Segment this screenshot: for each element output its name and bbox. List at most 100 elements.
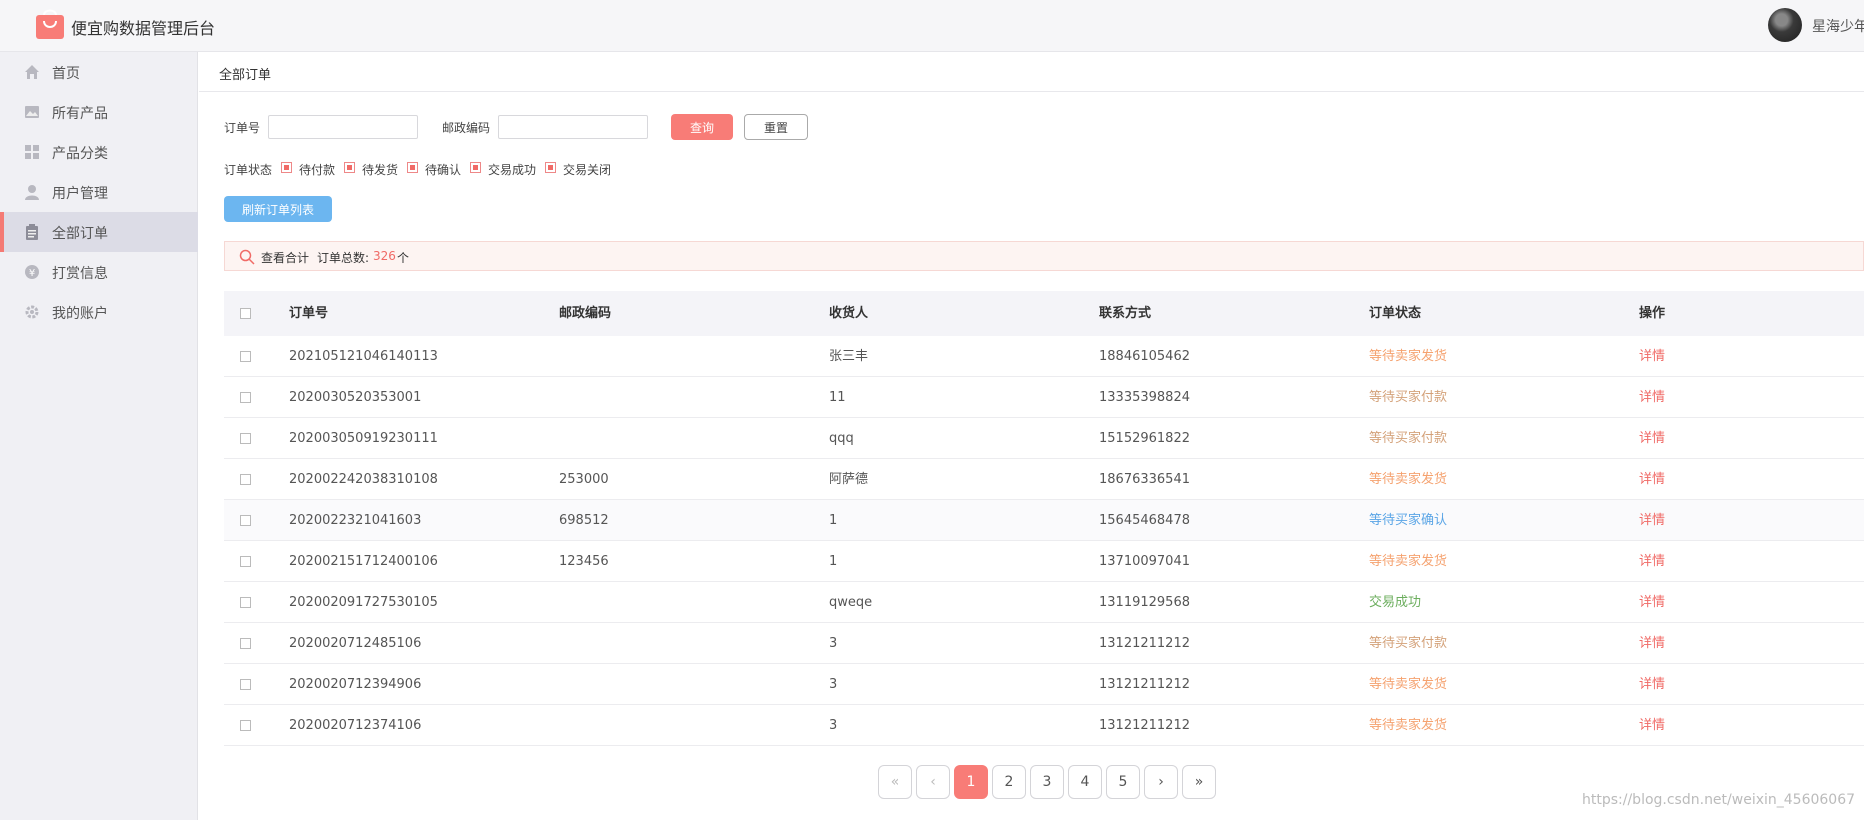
postal-code-cell: 123456 [559,554,609,569]
receiver-cell: 3 [829,718,838,733]
table-row: 202003050919230111 qqq 15152961822 等待买家付款 详情 [224,418,1864,459]
svg-text:¥: ¥ [29,268,35,279]
status-checkbox-closed[interactable] [545,162,556,173]
detail-link[interactable]: 详情 [1639,664,1665,705]
row-checkbox[interactable] [240,556,251,567]
select-all-checkbox[interactable] [240,308,251,319]
detail-link[interactable]: 详情 [1639,582,1665,623]
summary-unit: 个 [397,251,410,265]
column-header: 操作 [1639,306,1666,321]
status-checkbox-pending-shipment[interactable] [344,162,355,173]
receiver-cell: 1 [829,513,838,528]
row-checkbox[interactable] [240,433,251,444]
phone-cell: 15645468478 [1099,513,1190,528]
order-status-cell: 交易成功 [1369,595,1422,610]
phone-cell: 13121211212 [1099,718,1190,733]
detail-link[interactable]: 详情 [1639,377,1665,418]
column-header: 联系方式 [1099,306,1152,321]
table-row: 202002242038310108 253000 阿萨德 18676336541 等待… [224,459,1864,500]
clipboard-icon [26,224,38,240]
detail-link[interactable]: 详情 [1639,500,1665,541]
postal-code-input[interactable] [498,115,648,139]
order-no-cell: 2020020712485106 [289,636,422,651]
page-button-2[interactable]: 2 [992,765,1026,799]
status-option-label: 交易关闭 [563,163,612,177]
order-no-input[interactable] [268,115,418,139]
sidebar-item-categories[interactable]: 产品分类 [0,132,198,172]
image-icon [25,106,39,118]
page-button-5[interactable]: 5 [1106,765,1140,799]
prev-page-button[interactable]: ‹ [916,765,950,799]
row-checkbox[interactable] [240,392,251,403]
row-checkbox[interactable] [240,720,251,731]
order-no-cell: 202105121046140113 [289,349,438,364]
search-icon [239,249,255,265]
row-checkbox[interactable] [240,597,251,608]
sidebar-item-label: 产品分类 [52,146,108,162]
app-title: 便宜购数据管理后台 [71,19,216,38]
first-page-button[interactable]: « [878,765,912,799]
user-name[interactable]: 星海少年 [1812,16,1864,36]
table-row: 2020020712374106 3 13121211212 等待卖家发货 详情 [224,705,1864,746]
last-page-button[interactable]: » [1182,765,1216,799]
table-header: 订单号 邮政编码 收货人 联系方式 订单状态 操作 [224,291,1864,336]
refresh-order-list-button[interactable]: 刷新订单列表 [224,196,332,222]
column-header: 收货人 [829,306,869,321]
breadcrumb-bar: 全部订单 [199,52,1864,92]
table-row: 2020022321041603 698512 1 15645468478 等待买家确认… [224,500,1864,541]
page-button-1[interactable]: 1 [954,765,988,799]
detail-link[interactable]: 详情 [1639,418,1665,459]
receiver-cell: 11 [829,390,846,405]
order-status-cell: 等待卖家发货 [1369,554,1448,569]
sidebar: 首页 所有产品 产品分类 用户管理 全部订单 ¥ 打赏信息 我的账户 [0,52,198,820]
table-row: 202002091727530105 qweqe 13119129568 交易成功 详情 [224,582,1864,623]
phone-cell: 15152961822 [1099,431,1190,446]
detail-link[interactable]: 详情 [1639,459,1665,500]
sidebar-item-all-orders[interactable]: 全部订单 [0,212,198,252]
sidebar-item-label: 首页 [52,66,80,82]
detail-link[interactable]: 详情 [1639,541,1665,582]
order-status-cell: 等待卖家发货 [1369,677,1448,692]
page-button-3[interactable]: 3 [1030,765,1064,799]
sidebar-item-users[interactable]: 用户管理 [0,172,198,212]
reset-button[interactable]: 重置 [744,114,808,140]
page-button-4[interactable]: 4 [1068,765,1102,799]
sidebar-item-rewards[interactable]: ¥ 打赏信息 [0,252,198,292]
detail-link[interactable]: 详情 [1639,336,1665,377]
order-no-cell: 2020030520353001 [289,390,422,405]
column-header: 订单状态 [1369,306,1422,321]
sidebar-item-label: 所有产品 [52,106,108,122]
order-status-cell: 等待买家付款 [1369,431,1448,446]
sidebar-item-home[interactable]: 首页 [0,52,198,92]
row-checkbox[interactable] [240,638,251,649]
status-checkbox-pending-confirm[interactable] [407,162,418,173]
order-summary-bar: 查看合计 订单总数: 326 个 [224,241,1864,271]
sidebar-item-label: 全部订单 [52,226,108,242]
phone-cell: 13335398824 [1099,390,1190,405]
watermark: https://blog.csdn.net/weixin_45606067 [1582,792,1856,808]
order-status-label: 订单状态 [224,163,273,177]
detail-link[interactable]: 详情 [1639,705,1665,746]
status-checkbox-pending-payment[interactable] [281,162,292,173]
query-button[interactable]: 查询 [671,114,733,140]
coin-icon: ¥ [25,265,39,279]
sidebar-item-products[interactable]: 所有产品 [0,92,198,132]
receiver-cell: 3 [829,636,838,651]
row-checkbox[interactable] [240,351,251,362]
breadcrumb: 全部订单 [219,68,272,83]
sidebar-item-my-account[interactable]: 我的账户 [0,292,198,332]
row-checkbox[interactable] [240,474,251,485]
status-checkbox-success[interactable] [470,162,481,173]
sidebar-item-label: 用户管理 [52,186,108,202]
sidebar-item-label: 打赏信息 [52,266,108,282]
order-status-cell: 等待买家付款 [1369,390,1448,405]
table-row: 202105121046140113 张三丰 18846105462 等待卖家发货 详情 [224,336,1864,377]
detail-link[interactable]: 详情 [1639,623,1665,664]
user-icon [25,185,39,200]
postal-code-cell: 698512 [559,513,609,528]
next-page-button[interactable]: › [1144,765,1178,799]
avatar[interactable] [1768,8,1802,42]
row-checkbox[interactable] [240,679,251,690]
order-status-cell: 等待买家付款 [1369,636,1448,651]
row-checkbox[interactable] [240,515,251,526]
